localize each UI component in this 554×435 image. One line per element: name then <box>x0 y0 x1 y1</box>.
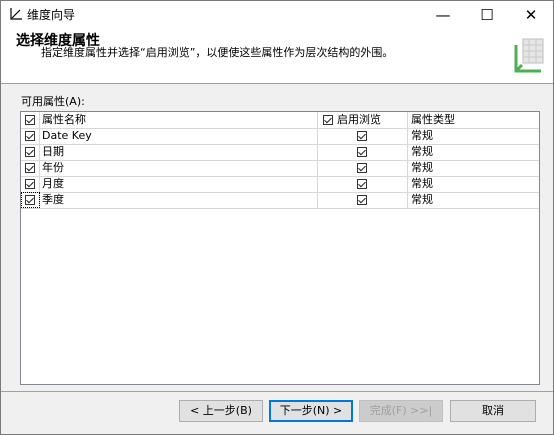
enable-browse-checkbox[interactable] <box>357 195 367 205</box>
enable-browse-checkbox[interactable] <box>357 163 367 173</box>
attribute-name: 日期 <box>40 144 318 160</box>
enable-browse-checkbox[interactable] <box>357 179 367 189</box>
attribute-name: 月度 <box>40 176 318 192</box>
column-header-name[interactable]: 属性名称 <box>40 112 318 128</box>
table-row[interactable]: 年份 常规 <box>21 160 539 177</box>
wizard-window: 维度向导 — ☐ ✕ 选择维度属性 指定维度属性并选择“启用浏览”，以便使这些属… <box>0 0 554 435</box>
attribute-name: 年份 <box>40 160 318 176</box>
row-select-checkbox[interactable] <box>25 131 35 141</box>
row-select-checkbox[interactable] <box>25 195 35 205</box>
table-row[interactable]: Date Key 常规 <box>21 128 539 145</box>
table-row[interactable]: 日期 常规 <box>21 144 539 161</box>
column-header-browse-label: 启用浏览 <box>337 113 381 126</box>
finish-button: 完成(F) >>| <box>359 400 443 422</box>
wizard-footer: < 上一步(B) 下一步(N) > 完成(F) >>| 取消 <box>1 391 553 434</box>
app-icon <box>10 8 22 20</box>
wizard-header: 选择维度属性 指定维度属性并选择“启用浏览”，以便使这些属性作为层次结构的外围。 <box>1 29 553 84</box>
column-header-type[interactable]: 属性类型 <box>409 112 539 128</box>
available-attributes-label: 可用属性(A): <box>21 95 85 108</box>
select-all-checkbox[interactable] <box>25 115 35 125</box>
grid-header-row: 属性名称 启用浏览 属性类型 <box>21 112 539 129</box>
table-row[interactable]: 月度 常规 <box>21 176 539 193</box>
row-select-checkbox[interactable] <box>25 147 35 157</box>
attribute-type[interactable]: 常规 <box>409 144 539 160</box>
table-row[interactable]: 季度 常规 <box>21 192 539 209</box>
select-all-cell <box>21 112 40 128</box>
maximize-button[interactable]: ☐ <box>465 1 509 29</box>
window-title: 维度向导 <box>27 8 76 22</box>
close-button[interactable]: ✕ <box>509 1 553 29</box>
column-header-browse: 启用浏览 <box>317 112 408 128</box>
attribute-type[interactable]: 常规 <box>409 160 539 176</box>
row-select-checkbox[interactable] <box>25 163 35 173</box>
row-select-checkbox[interactable] <box>25 179 35 189</box>
attribute-type[interactable]: 常规 <box>409 192 539 208</box>
page-description: 指定维度属性并选择“启用浏览”，以便使这些属性作为层次结构的外围。 <box>41 46 394 59</box>
minimize-button[interactable]: — <box>421 1 465 29</box>
cancel-button[interactable]: 取消 <box>450 400 536 422</box>
dimension-wizard-icon <box>514 38 544 73</box>
browse-all-checkbox[interactable] <box>323 115 333 125</box>
attribute-name: Date Key <box>40 128 318 144</box>
attributes-grid: 属性名称 启用浏览 属性类型 Date Key 常规 日期 常规 年份 常规 月… <box>20 111 540 385</box>
attribute-name: 季度 <box>40 192 318 208</box>
enable-browse-checkbox[interactable] <box>357 147 367 157</box>
next-button[interactable]: 下一步(N) > <box>269 400 353 422</box>
attribute-type[interactable]: 常规 <box>409 176 539 192</box>
attribute-type[interactable]: 常规 <box>409 128 539 144</box>
title-bar: 维度向导 — ☐ ✕ <box>1 1 553 29</box>
enable-browse-checkbox[interactable] <box>357 131 367 141</box>
back-button[interactable]: < 上一步(B) <box>179 400 263 422</box>
